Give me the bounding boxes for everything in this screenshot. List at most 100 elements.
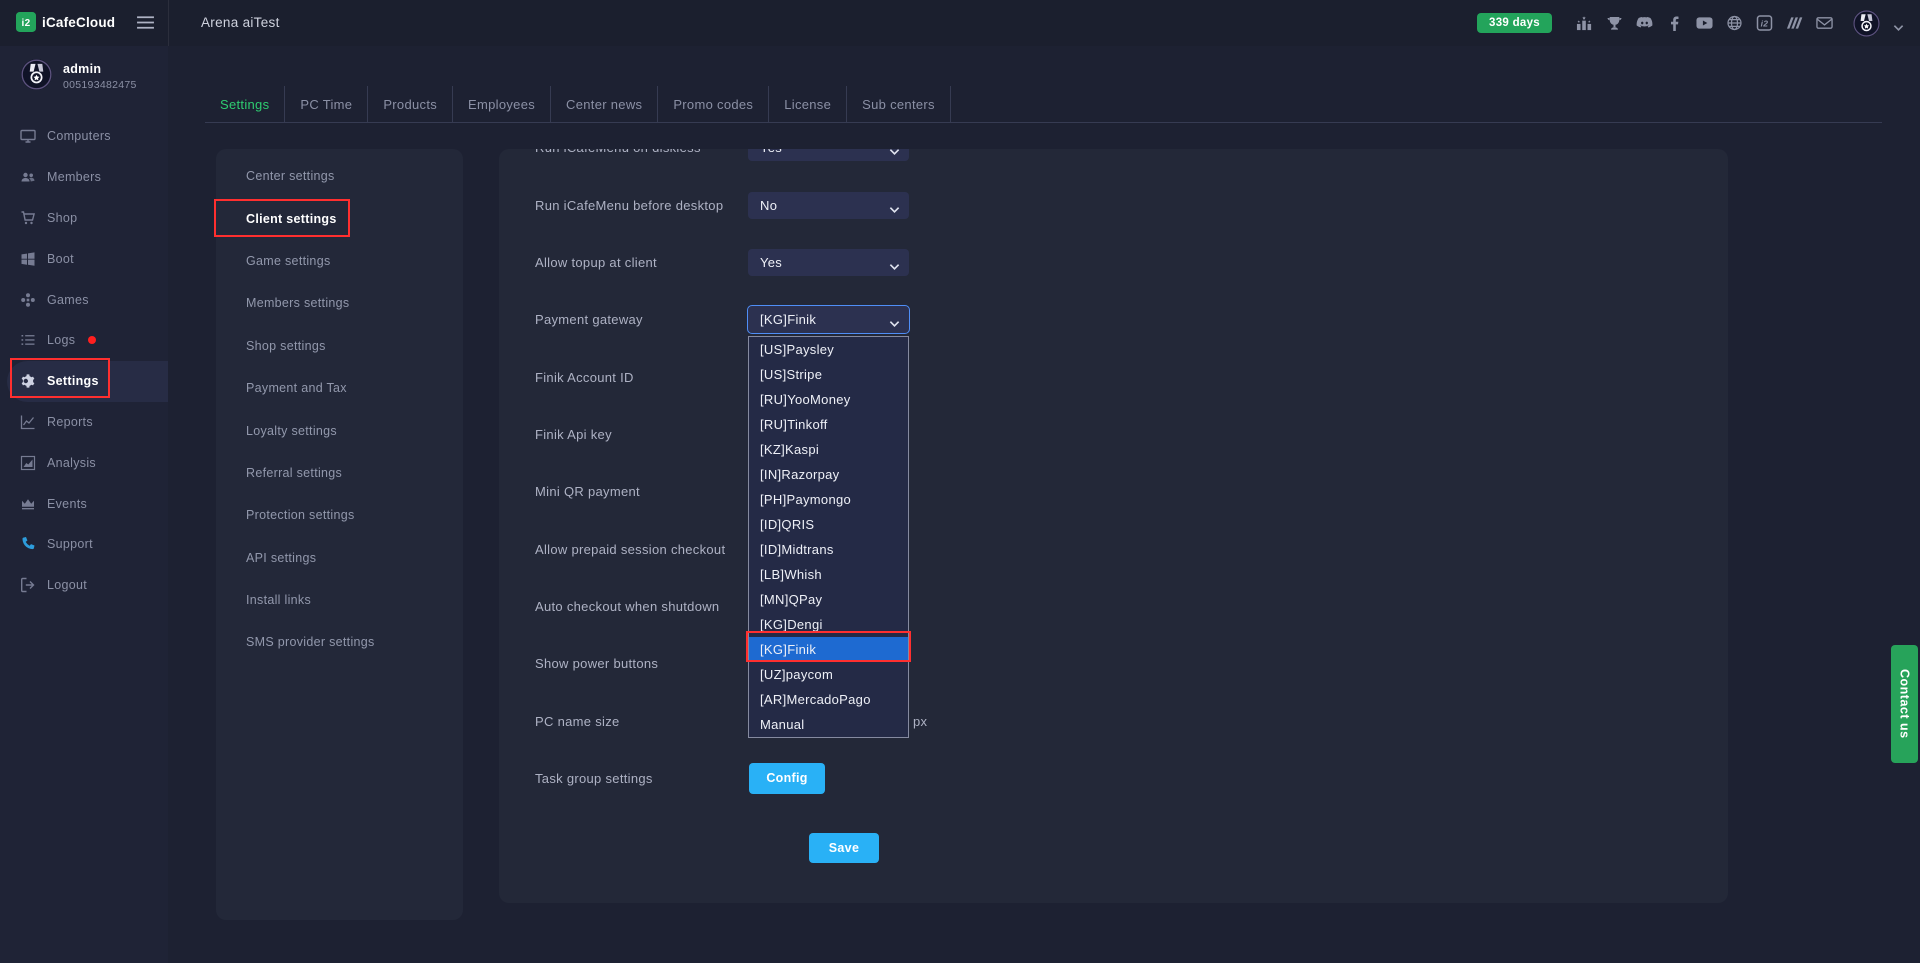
sidebar-item-events[interactable]: Events	[0, 483, 168, 524]
icafecloud-icon[interactable]: i2	[1755, 15, 1774, 32]
row-finik-api-key: Finik Api key	[499, 406, 1728, 463]
option-uz-paycom[interactable]: [UZ]paycom	[749, 662, 908, 687]
tab-settings[interactable]: Settings	[205, 86, 285, 122]
settings-nav-center-settings[interactable]: Center settings	[216, 155, 463, 197]
chevron-down-icon	[889, 259, 900, 267]
form-label: Finik Api key	[535, 427, 612, 442]
row-task-group-settings: Task group settings Config Config	[499, 750, 1728, 807]
contact-us-tab[interactable]: Contact us	[1891, 645, 1918, 763]
option-ru-tinkoff[interactable]: [RU]Tinkoff	[749, 412, 908, 437]
px-suffix: px	[913, 714, 927, 729]
settings-nav-shop-settings[interactable]: Shop settings	[216, 325, 463, 367]
option-kg-dengi[interactable]: [KG]Dengi	[749, 612, 908, 637]
discord-icon[interactable]	[1635, 15, 1654, 32]
form-select[interactable]: [KG]Finik	[748, 306, 909, 333]
settings-nav-client-settings[interactable]: Client settings	[216, 197, 463, 239]
form-label: Allow prepaid session checkout	[535, 542, 725, 557]
settings-nav-sms-provider-settings[interactable]: SMS provider settings	[216, 621, 463, 663]
config-button[interactable]: Config	[749, 763, 825, 794]
tab-sub-centers[interactable]: Sub centers	[847, 86, 951, 122]
tab-products[interactable]: Products	[368, 86, 453, 122]
row-finik-account-id: Finik Account ID	[499, 348, 1728, 405]
option-id-qris[interactable]: [ID]QRIS	[749, 512, 908, 537]
form-select[interactable]: No	[748, 192, 909, 219]
center-title: Arena aiTest	[201, 15, 280, 30]
settings-nav-members-settings[interactable]: Members settings	[216, 282, 463, 324]
form-label: Allow topup at client	[535, 255, 657, 270]
tab-promo-codes[interactable]: Promo codes	[658, 86, 769, 122]
option-lb-whish[interactable]: [LB]Whish	[749, 562, 908, 587]
tab-center-news[interactable]: Center news	[551, 86, 658, 122]
chevron-down-icon	[889, 149, 900, 152]
option-ru-yoomoney[interactable]: [RU]YooMoney	[749, 387, 908, 412]
row-run-icafemenu-on-diskless: Run iCafeMenu on diskless Yes Yes	[499, 149, 1728, 176]
settings-nav-api-settings[interactable]: API settings	[216, 537, 463, 579]
svg-text:i2: i2	[1761, 19, 1769, 29]
option-ph-paymongo[interactable]: [PH]Paymongo	[749, 487, 908, 512]
tab-pc-time[interactable]: PC Time	[285, 86, 368, 122]
sidebar-item-computers[interactable]: Computers	[0, 116, 168, 157]
client-settings-form: Run iCafeMenu on diskless Yes Yes Run iC…	[499, 149, 1728, 903]
svg-text:i2: i2	[22, 18, 31, 29]
sidebar-item-games[interactable]: Games	[0, 279, 168, 320]
tab-employees[interactable]: Employees	[453, 86, 551, 122]
user-block: admin 005193482475	[0, 46, 168, 116]
icafecloud-logo: i2	[16, 12, 36, 32]
settings-nav-game-settings[interactable]: Game settings	[216, 240, 463, 282]
sidebar-item-members[interactable]: Members	[0, 157, 168, 198]
sidebar-item-boot[interactable]: Boot	[0, 238, 168, 279]
layers-icon[interactable]	[1785, 15, 1804, 32]
sidebar-item-support[interactable]: Support	[0, 524, 168, 565]
youtube-icon[interactable]	[1695, 15, 1714, 32]
option-manual[interactable]: Manual	[749, 712, 908, 737]
topbar-divider	[168, 0, 169, 46]
sidebar-item-logout[interactable]: Logout	[0, 565, 168, 606]
settings-nav-loyalty-settings[interactable]: Loyalty settings	[216, 409, 463, 451]
globe-icon[interactable]	[1725, 15, 1744, 32]
license-days-badge[interactable]: 339 days	[1477, 13, 1552, 33]
option-us-paysley[interactable]: [US]Paysley	[749, 337, 908, 362]
avatar[interactable]	[21, 59, 52, 90]
sidebar-item-shop[interactable]: Shop	[0, 198, 168, 239]
form-label: PC name size	[535, 714, 620, 729]
row-pc-name-size: PC name size px	[499, 692, 1728, 749]
facebook-icon[interactable]	[1665, 15, 1684, 32]
chevron-down-icon	[889, 316, 900, 324]
option-us-stripe[interactable]: [US]Stripe	[749, 362, 908, 387]
form-select[interactable]: Yes	[748, 149, 909, 161]
menu-toggle-icon[interactable]	[136, 15, 155, 30]
option-kg-finik[interactable]: [KG]Finik	[749, 637, 908, 662]
settings-nav-panel: Center settingsClient settingsGame setti…	[216, 149, 463, 920]
user-avatar[interactable]	[1853, 10, 1880, 37]
row-allow-topup-at-client: Allow topup at client Yes Yes	[499, 234, 1728, 291]
save-button[interactable]: Save	[809, 833, 879, 863]
mail-icon[interactable]	[1815, 15, 1834, 32]
option-kz-kaspi[interactable]: [KZ]Kaspi	[749, 437, 908, 462]
option-ar-mercadopago[interactable]: [AR]MercadoPago	[749, 687, 908, 712]
user-id: 005193482475	[63, 79, 137, 91]
brand-name: iCafeCloud	[42, 15, 115, 30]
settings-nav-protection-settings[interactable]: Protection settings	[216, 494, 463, 536]
sidebar-item-reports[interactable]: Reports	[0, 402, 168, 443]
sidebar-item-logs[interactable]: Logs	[0, 320, 168, 361]
form-label: Payment gateway	[535, 312, 643, 327]
option-id-midtrans[interactable]: [ID]Midtrans	[749, 537, 908, 562]
form-label: Task group settings	[535, 771, 653, 786]
contact-us-label: Contact us	[1898, 669, 1912, 739]
trophy-icon[interactable]	[1605, 15, 1624, 32]
sidebar-item-analysis[interactable]: Analysis	[0, 442, 168, 483]
settings-nav-referral-settings[interactable]: Referral settings	[216, 452, 463, 494]
topbar: i2 iCafeCloud Arena aiTest 339 days i2	[0, 0, 1920, 46]
sidebar-item-settings[interactable]: Settings	[7, 361, 168, 402]
chevron-down-icon[interactable]	[1893, 19, 1904, 27]
settings-nav-install-links[interactable]: Install links	[216, 579, 463, 621]
ranking-icon[interactable]	[1575, 15, 1594, 32]
form-select[interactable]: Yes	[748, 249, 909, 276]
option-in-razorpay[interactable]: [IN]Razorpay	[749, 462, 908, 487]
tab-license[interactable]: License	[769, 86, 847, 122]
option-mn-qpay[interactable]: [MN]QPay	[749, 587, 908, 612]
settings-nav-payment-and-tax[interactable]: Payment and Tax	[216, 367, 463, 409]
topbar-right: 339 days i2	[1477, 0, 1904, 46]
tab-bar: SettingsPC TimeProductsEmployeesCenter n…	[205, 86, 1882, 123]
row-payment-gateway: Payment gateway [KG]Finik [KG]Finik	[499, 291, 1728, 348]
